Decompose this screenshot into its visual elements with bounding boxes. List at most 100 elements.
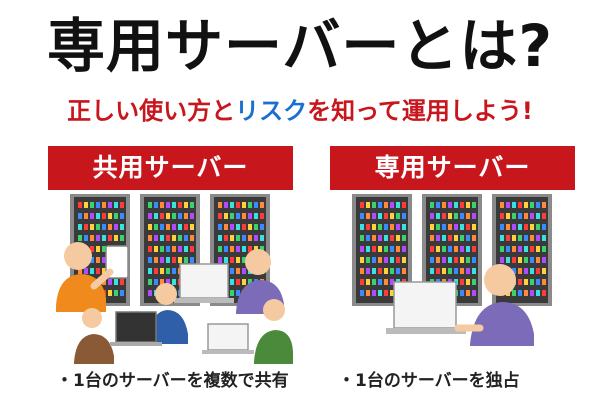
server-led <box>396 235 400 241</box>
server-led <box>530 268 534 274</box>
server-led <box>442 246 446 252</box>
server-led <box>360 202 364 208</box>
shared-server-caption: ・1台のサーバーを複数で共有 <box>56 371 289 391</box>
server-led <box>260 213 264 219</box>
server-led <box>506 246 510 252</box>
server-led <box>436 268 440 274</box>
server-led <box>542 202 546 208</box>
server-led <box>454 224 458 230</box>
server-led <box>448 257 452 263</box>
server-led <box>506 202 510 208</box>
server-led <box>384 279 388 285</box>
server-led <box>260 224 264 230</box>
server-led <box>154 268 158 274</box>
server-led <box>524 213 528 219</box>
server-led <box>148 202 152 208</box>
server-led <box>148 290 152 296</box>
server-led <box>148 246 152 252</box>
server-led <box>178 213 182 219</box>
server-led <box>230 279 234 285</box>
server-led <box>442 235 446 241</box>
server-led <box>372 246 376 252</box>
server-led <box>148 224 152 230</box>
server-led <box>190 202 194 208</box>
server-led <box>236 213 240 219</box>
server-led <box>524 268 528 274</box>
server-led <box>448 202 452 208</box>
server-led <box>472 202 476 208</box>
server-led <box>360 268 364 274</box>
server-led <box>518 257 522 263</box>
server-led <box>96 257 100 263</box>
server-led <box>512 213 516 219</box>
server-led <box>466 202 470 208</box>
server-led <box>454 257 458 263</box>
server-led <box>154 257 158 263</box>
server-led <box>248 202 252 208</box>
server-led <box>530 257 534 263</box>
server-led <box>102 213 106 219</box>
server-led <box>160 268 164 274</box>
server-led <box>530 213 534 219</box>
server-led <box>172 246 176 252</box>
server-led <box>120 202 124 208</box>
server-led <box>448 213 452 219</box>
server-led <box>472 246 476 252</box>
server-led <box>260 202 264 208</box>
server-led <box>172 235 176 241</box>
server-led <box>84 268 88 274</box>
server-led <box>108 202 112 208</box>
server-led <box>154 213 158 219</box>
server-led <box>218 213 222 219</box>
server-led <box>178 246 182 252</box>
server-led <box>178 224 182 230</box>
server-led <box>460 202 464 208</box>
server-led <box>372 213 376 219</box>
server-led <box>430 246 434 252</box>
server-led <box>96 213 100 219</box>
server-led <box>96 202 100 208</box>
server-led <box>236 268 240 274</box>
server-led <box>242 279 246 285</box>
server-led <box>236 257 240 263</box>
shared-server-panel: 共用サーバー ・1台のサーバーを複数で共有 <box>48 146 293 396</box>
server-led <box>360 257 364 263</box>
server-led <box>518 224 522 230</box>
server-led <box>378 202 382 208</box>
server-led <box>536 257 540 263</box>
server-led <box>402 213 406 219</box>
server-led <box>360 235 364 241</box>
server-led <box>542 235 546 241</box>
server-led <box>506 235 510 241</box>
server-led <box>372 202 376 208</box>
server-led <box>518 279 522 285</box>
server-led <box>254 235 258 241</box>
server-led <box>500 224 504 230</box>
server-led <box>230 224 234 230</box>
server-led <box>360 224 364 230</box>
server-led <box>120 235 124 241</box>
server-led <box>260 235 264 241</box>
server-led <box>460 290 464 296</box>
server-led <box>148 213 152 219</box>
server-led <box>172 257 176 263</box>
server-led <box>396 246 400 252</box>
server-led <box>430 268 434 274</box>
server-led <box>230 257 234 263</box>
shared-server-svg <box>56 194 293 364</box>
server-led <box>160 213 164 219</box>
server-led <box>172 224 176 230</box>
server-led <box>536 235 540 241</box>
server-led <box>454 213 458 219</box>
server-led <box>248 224 252 230</box>
server-led <box>506 213 510 219</box>
server-led <box>466 224 470 230</box>
server-led <box>108 224 112 230</box>
server-led <box>254 202 258 208</box>
server-led <box>218 224 222 230</box>
server-led <box>108 290 112 296</box>
server-led <box>166 257 170 263</box>
server-led <box>436 246 440 252</box>
server-led <box>184 213 188 219</box>
server-led <box>96 246 100 252</box>
